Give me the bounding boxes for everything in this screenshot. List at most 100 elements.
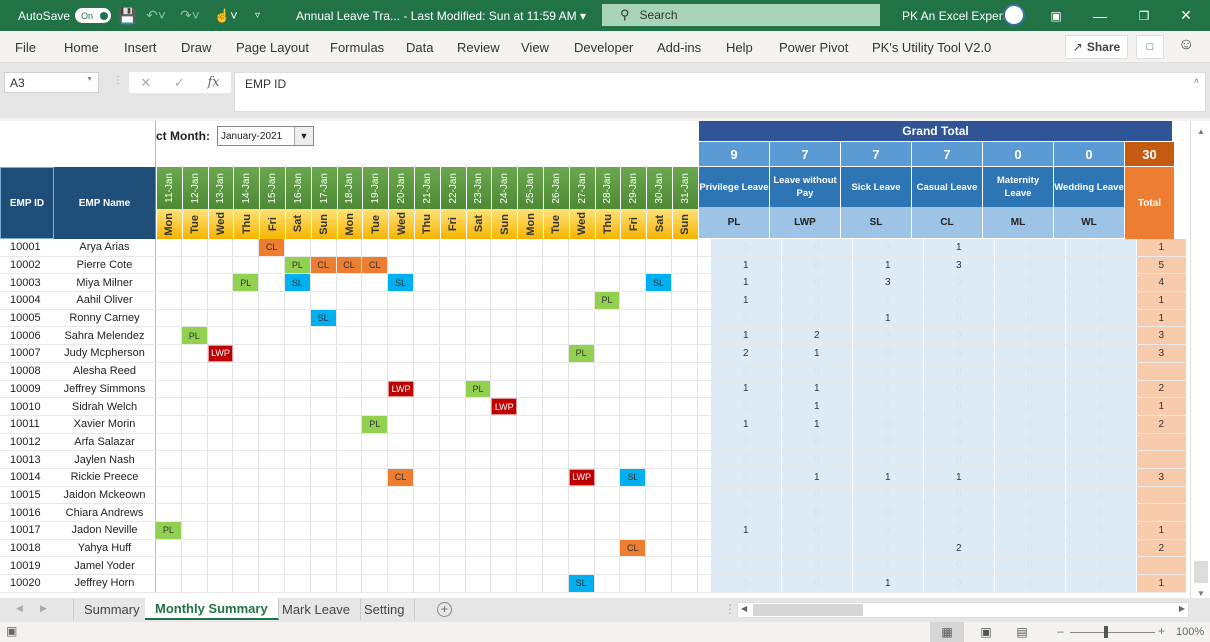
- day-cell[interactable]: [620, 327, 647, 345]
- day-cell[interactable]: [259, 575, 285, 592]
- day-cell[interactable]: [569, 557, 595, 575]
- day-cell[interactable]: [595, 433, 621, 451]
- day-cell[interactable]: [182, 274, 208, 292]
- day-cell[interactable]: [156, 398, 182, 415]
- day-cell[interactable]: [620, 522, 647, 539]
- day-cell[interactable]: [182, 292, 208, 309]
- summary-count[interactable]: 0: [781, 557, 853, 575]
- weekday-header[interactable]: Thu: [234, 209, 260, 239]
- day-cell[interactable]: [285, 292, 311, 309]
- summary-count[interactable]: 0: [923, 451, 995, 468]
- day-cell[interactable]: [543, 451, 569, 468]
- day-cell[interactable]: [285, 345, 311, 362]
- row-total[interactable]: 0: [1136, 504, 1186, 521]
- day-cell[interactable]: [414, 239, 440, 256]
- summary-count[interactable]: 0: [1065, 362, 1137, 380]
- day-cell[interactable]: [569, 415, 595, 433]
- avatar[interactable]: [1003, 4, 1025, 26]
- day-cell[interactable]: [646, 539, 672, 557]
- date-header[interactable]: 22-Jan: [440, 167, 466, 209]
- day-cell[interactable]: [414, 539, 440, 557]
- day-cell[interactable]: [491, 380, 518, 398]
- day-cell[interactable]: [672, 575, 698, 592]
- summary-count[interactable]: 0: [1065, 398, 1137, 415]
- save-icon[interactable]: 💾: [118, 0, 137, 31]
- summary-count[interactable]: 0: [852, 415, 924, 433]
- sheet-tab-mark-leave[interactable]: Mark Leave: [272, 598, 361, 620]
- day-cell[interactable]: [517, 433, 543, 451]
- emp-name-cell[interactable]: Jeffrey Simmons: [54, 380, 156, 398]
- day-cell[interactable]: [362, 539, 389, 557]
- day-cell[interactable]: [362, 433, 389, 451]
- day-cell[interactable]: [569, 398, 595, 415]
- day-cell[interactable]: [620, 345, 647, 362]
- summary-count[interactable]: 0: [994, 256, 1066, 274]
- day-cell[interactable]: [595, 256, 621, 274]
- day-cell[interactable]: [208, 522, 234, 539]
- day-cell[interactable]: [543, 380, 569, 398]
- weekday-header[interactable]: Sat: [285, 209, 311, 239]
- emp-id-cell[interactable]: 10003: [0, 274, 54, 291]
- day-cell[interactable]: [182, 451, 208, 468]
- day-cell[interactable]: [543, 362, 569, 380]
- day-cell[interactable]: [646, 468, 672, 486]
- day-cell[interactable]: [672, 380, 698, 398]
- day-cell[interactable]: [388, 256, 414, 274]
- summary-count[interactable]: 2: [710, 345, 782, 362]
- leave-mark[interactable]: SL: [568, 575, 595, 592]
- summary-count[interactable]: 0: [923, 380, 995, 398]
- day-cell[interactable]: [620, 433, 647, 451]
- day-cell[interactable]: [362, 274, 389, 292]
- day-cell[interactable]: [182, 309, 208, 327]
- tab-view[interactable]: View: [521, 40, 549, 55]
- split-handle-icon[interactable]: ⋮: [724, 602, 736, 616]
- day-cell[interactable]: [440, 486, 466, 504]
- summary-count[interactable]: 0: [994, 433, 1066, 451]
- row-total[interactable]: 5: [1136, 256, 1186, 274]
- summary-count[interactable]: 0: [781, 362, 853, 380]
- day-cell[interactable]: [440, 468, 466, 486]
- day-cell[interactable]: [466, 327, 492, 345]
- summary-count[interactable]: 0: [994, 362, 1066, 380]
- emp-id-cell[interactable]: 10018: [0, 540, 54, 557]
- day-cell[interactable]: [543, 557, 569, 575]
- day-cell[interactable]: [259, 468, 285, 486]
- summary-count[interactable]: 0: [781, 522, 853, 539]
- summary-count[interactable]: 0: [1065, 239, 1137, 256]
- tab-file[interactable]: File: [15, 40, 36, 55]
- minimize-icon[interactable]: —: [1080, 0, 1120, 31]
- weekday-header[interactable]: Sun: [311, 209, 337, 239]
- day-cell[interactable]: [388, 239, 414, 256]
- day-cell[interactable]: [182, 522, 208, 539]
- restore-icon[interactable]: ❐: [1124, 0, 1164, 31]
- month-dropdown[interactable]: January-2021 ▼: [216, 126, 314, 146]
- tab-add-ins[interactable]: Add-ins: [657, 40, 701, 55]
- day-cell[interactable]: [440, 327, 466, 345]
- day-cell[interactable]: [259, 292, 285, 309]
- day-cell[interactable]: [337, 522, 363, 539]
- day-cell[interactable]: [182, 539, 208, 557]
- day-cell[interactable]: [337, 539, 363, 557]
- day-cell[interactable]: [285, 486, 311, 504]
- customize-qat-icon[interactable]: ▿: [255, 0, 260, 31]
- leave-mark[interactable]: LWP: [388, 380, 414, 398]
- day-cell[interactable]: [620, 486, 647, 504]
- day-cell[interactable]: [646, 415, 672, 433]
- day-cell[interactable]: [337, 486, 363, 504]
- day-cell[interactable]: [233, 451, 260, 468]
- day-cell[interactable]: [337, 309, 363, 327]
- date-header[interactable]: 30-Jan: [647, 167, 672, 209]
- day-cell[interactable]: [517, 539, 543, 557]
- summary-count[interactable]: 1: [710, 415, 782, 433]
- day-cell[interactable]: [543, 415, 569, 433]
- day-cell[interactable]: [156, 274, 182, 292]
- day-cell[interactable]: [543, 327, 569, 345]
- date-header[interactable]: 28-Jan: [595, 167, 621, 209]
- day-cell[interactable]: [388, 451, 414, 468]
- day-cell[interactable]: [208, 468, 234, 486]
- weekday-header[interactable]: Wed: [208, 209, 234, 239]
- day-cell[interactable]: [517, 292, 543, 309]
- day-cell[interactable]: [285, 468, 311, 486]
- day-cell[interactable]: [388, 433, 414, 451]
- day-cell[interactable]: [208, 451, 234, 468]
